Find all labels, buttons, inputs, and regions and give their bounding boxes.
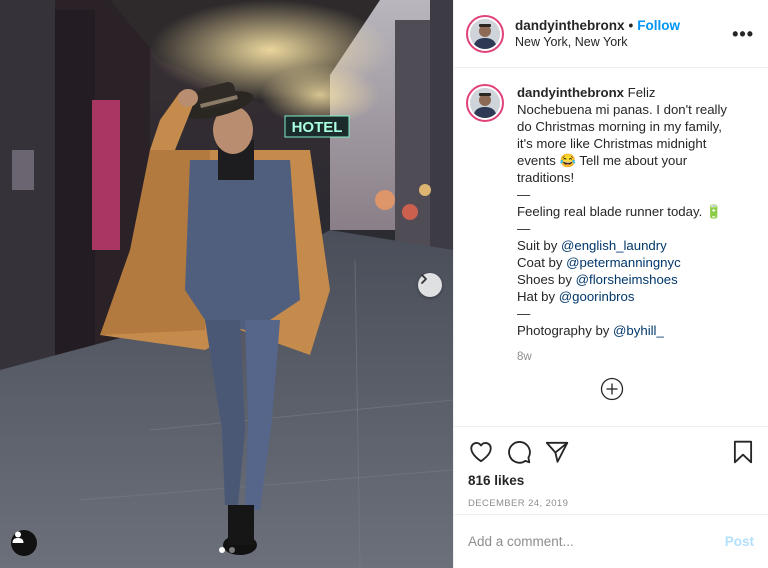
carousel-dot (228, 547, 235, 553)
comment-input[interactable] (468, 534, 725, 549)
likes-count[interactable]: 816 likes (468, 473, 756, 488)
more-options-button[interactable]: ••• (732, 25, 754, 43)
avatar-image (470, 18, 500, 49)
credit-line: Suit by @english_laundry (517, 237, 732, 254)
credit-line: Shoes by @florsheimshoes (517, 271, 732, 288)
caption-time-ago[interactable]: 8w (517, 349, 732, 366)
credit-mention[interactable]: @goorinbros (559, 289, 635, 304)
post-comment-button[interactable]: Post (725, 534, 754, 549)
bookmark-icon[interactable] (730, 439, 756, 465)
next-slide-button[interactable] (418, 273, 442, 297)
author-avatar[interactable] (466, 14, 504, 53)
load-more-comments-button[interactable] (600, 377, 624, 401)
post-photo[interactable]: HOTEL (0, 0, 453, 568)
paper-plane-icon[interactable] (544, 439, 570, 465)
caption-text: dandyinthebronx Feliz Nochebuena mi pana… (517, 84, 732, 366)
photo-credit-mention[interactable]: @byhill_ (613, 323, 664, 338)
post-actions: 816 likes DECEMBER 24, 2019 (454, 426, 768, 509)
credit-label: Suit by (517, 238, 561, 253)
carousel-dots (0, 547, 453, 553)
credit-line: Hat by @goorinbros (517, 288, 732, 305)
user-tag-icon (12, 531, 24, 543)
caption-divider: — (517, 187, 531, 202)
credit-mention[interactable]: @petermanningnyc (566, 255, 681, 270)
author-username[interactable]: dandyinthebronx (515, 18, 625, 33)
caption-username[interactable]: dandyinthebronx (517, 85, 624, 100)
street-scene-image: HOTEL (0, 0, 453, 568)
avatar-image (470, 88, 500, 118)
carousel-dot-active (218, 547, 225, 553)
post-date[interactable]: DECEMBER 24, 2019 (468, 498, 756, 509)
credit-mention[interactable]: @english_laundry (561, 238, 667, 253)
credit-label: Hat by (517, 289, 559, 304)
photo-credit-label: Photography by (517, 323, 614, 338)
plus-circle-icon (600, 377, 624, 401)
comment-icon[interactable] (506, 439, 532, 465)
photo-credit-line: Photography by @byhill_ (517, 322, 732, 339)
credit-mention[interactable]: @florsheimshoes (576, 272, 678, 287)
caption-feeling: Feeling real blade runner today. 🔋 (517, 204, 723, 219)
follow-button[interactable]: Follow (637, 18, 680, 33)
credit-label: Coat by (517, 255, 567, 270)
post-side-panel: dandyinthebronx • Follow New York, New Yor… (453, 0, 768, 568)
hotel-sign-text: HOTEL (292, 119, 343, 136)
post-header: dandyinthebronx • Follow New York, New Yor… (454, 0, 768, 68)
comment-composer: Post (454, 514, 768, 568)
heart-icon[interactable] (468, 439, 494, 465)
caption-author-avatar[interactable] (466, 84, 504, 122)
credit-label: Shoes by (517, 272, 576, 287)
header-separator: • (628, 18, 634, 33)
caption-area: dandyinthebronx Feliz Nochebuena mi pana… (466, 84, 758, 424)
post-location[interactable]: New York, New York (515, 34, 732, 50)
chevron-right-icon (421, 274, 427, 284)
caption-divider: — (517, 306, 531, 321)
caption-divider: — (517, 221, 531, 236)
caption-intro: Feliz Nochebuena mi panas. I don't reall… (517, 85, 727, 185)
more-options-icon: ••• (732, 23, 754, 44)
credit-line: Coat by @petermanningnyc (517, 254, 732, 271)
